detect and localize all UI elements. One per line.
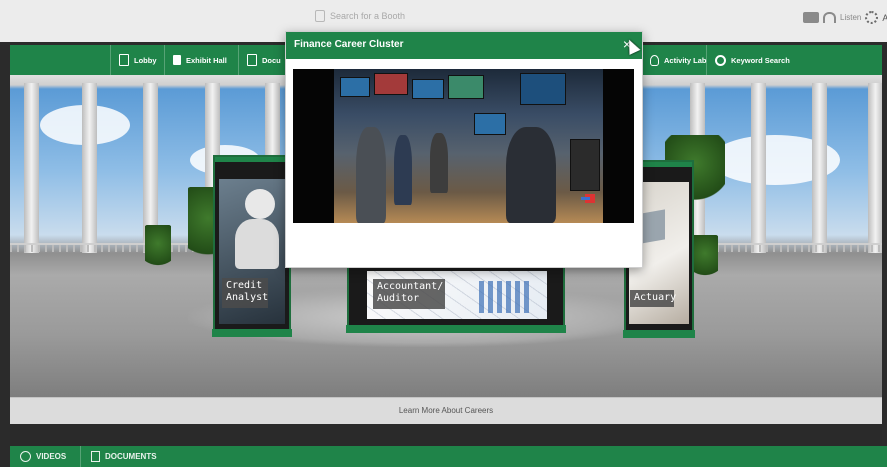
booth-cap <box>215 157 289 162</box>
bottom-toolbar: VIDEOS DOCUMENTS <box>10 446 887 467</box>
nav-keyword-search[interactable]: Keyword Search <box>706 45 798 75</box>
play-icon <box>20 451 31 462</box>
lightbulb-icon <box>650 54 659 66</box>
booth-credit-analyst[interactable]: Credit Analyst <box>212 155 292 337</box>
booth-label-actuary[interactable]: Actuary <box>630 290 676 307</box>
listen-label[interactable]: Listen <box>840 13 861 22</box>
document-icon <box>247 54 257 66</box>
channel-logo <box>581 193 595 207</box>
pillar <box>24 83 39 253</box>
headphones-icon[interactable] <box>823 12 836 23</box>
pillar <box>868 83 882 253</box>
nav-lobby-label: Lobby <box>134 55 157 65</box>
pillar <box>751 83 766 253</box>
trader-figure <box>394 135 412 205</box>
documents-tab[interactable]: DOCUMENTS <box>80 446 167 467</box>
video-frame <box>334 69 603 223</box>
trader-figure <box>506 127 556 223</box>
videos-tab-label: VIDEOS <box>36 452 67 461</box>
virtual-career-fair: Search for a Booth Listen A Lobby Exhibi… <box>0 0 887 467</box>
modal-header: Finance Career Cluster × <box>286 32 642 59</box>
trading-screen <box>570 139 600 191</box>
nav-exhibit-hall[interactable]: Exhibit Hall <box>164 45 235 75</box>
booth-label-credit-analyst[interactable]: Credit Analyst <box>222 278 268 308</box>
trading-screen <box>448 75 484 99</box>
nav-documents-label: Docu <box>262 55 281 65</box>
trading-screen <box>412 79 444 99</box>
trader-figure <box>430 133 448 193</box>
settings-icon[interactable] <box>865 11 879 24</box>
video-player[interactable] <box>293 69 634 223</box>
booth-base <box>212 329 292 337</box>
camera-icon[interactable] <box>803 12 819 23</box>
trading-screen <box>374 73 408 95</box>
nav-activity-lab-label: Activity Lab <box>664 55 707 65</box>
pillar <box>812 83 827 253</box>
plant <box>692 235 718 281</box>
booth-accountant-auditor[interactable]: Accountant/ Auditor <box>346 261 566 333</box>
nav-documents[interactable]: Docu <box>238 45 289 75</box>
nav-activity-lab[interactable]: Activity Lab <box>641 45 715 75</box>
booth-search[interactable]: Search for a Booth <box>315 10 405 22</box>
flag-icon <box>173 55 181 65</box>
language-label[interactable]: A <box>882 13 887 23</box>
pillar <box>82 83 97 253</box>
building-icon <box>119 54 129 66</box>
search-icon <box>715 54 726 66</box>
trading-screen <box>340 77 370 97</box>
trading-screen <box>520 73 566 105</box>
documents-tab-label: DOCUMENTS <box>105 452 157 461</box>
learn-more-link[interactable]: Learn More About Careers <box>10 406 882 415</box>
modal-title: Finance Career Cluster <box>294 39 404 50</box>
document-icon <box>91 451 100 462</box>
video-modal: Finance Career Cluster × <box>285 31 643 268</box>
videos-tab[interactable]: VIDEOS <box>10 446 76 467</box>
piggy-bank-body <box>235 219 279 269</box>
search-placeholder: Search for a Booth <box>330 11 406 21</box>
piggy-bank-head <box>245 189 275 219</box>
booth-label-accountant-auditor[interactable]: Accountant/ Auditor <box>373 279 445 309</box>
booth-base <box>346 325 566 333</box>
plant <box>145 225 171 271</box>
nav-lobby[interactable]: Lobby <box>110 45 165 75</box>
nav-keyword-search-label: Keyword Search <box>731 55 790 65</box>
trader-figure <box>356 127 386 223</box>
divider-strip <box>10 424 882 446</box>
booth-base <box>623 330 695 338</box>
search-box-icon <box>315 10 325 22</box>
top-right-controls: Listen A <box>803 11 887 24</box>
trading-screen <box>474 113 506 135</box>
logo-blue-part <box>581 197 590 200</box>
chart-bars-graphic <box>479 281 531 313</box>
nav-exhibit-hall-label: Exhibit Hall <box>186 55 227 65</box>
learn-more-bar: Learn More About Careers <box>10 397 882 425</box>
